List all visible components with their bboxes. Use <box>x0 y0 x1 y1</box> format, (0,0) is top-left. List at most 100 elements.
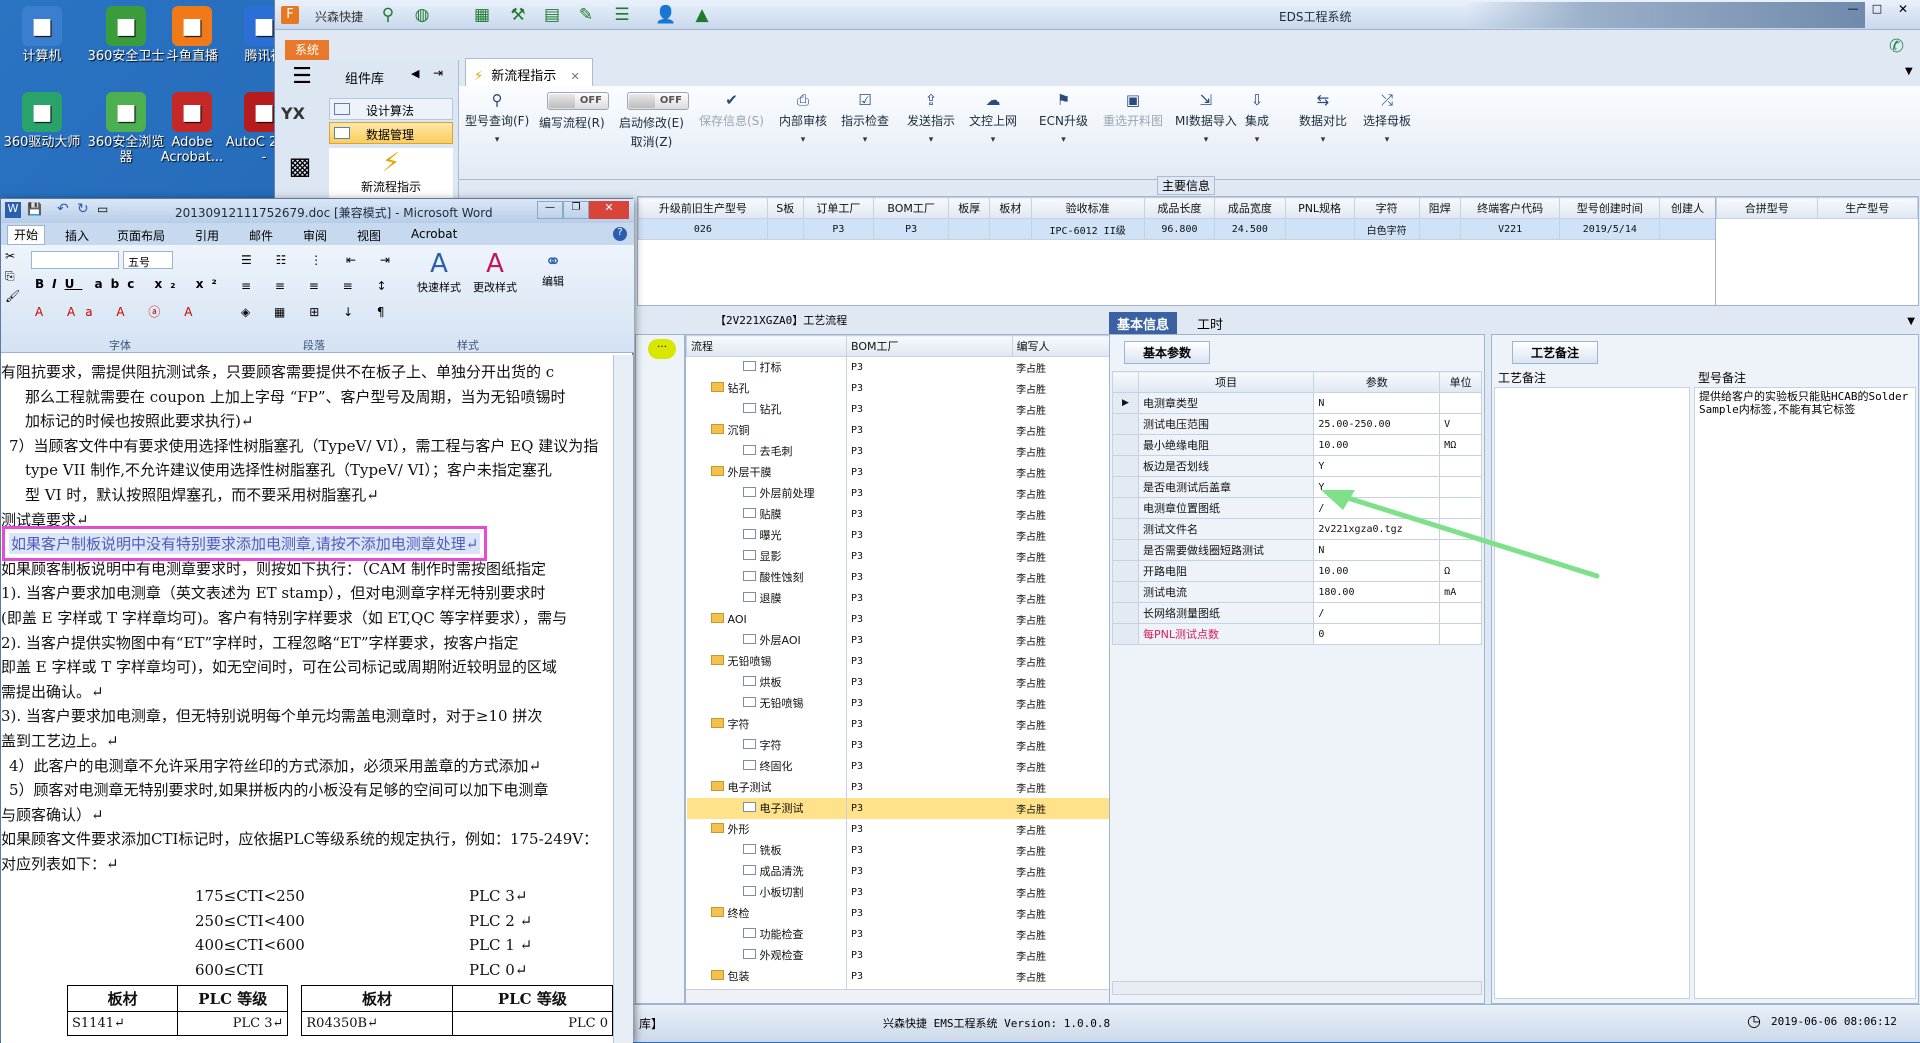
ribbon-button-10[interactable]: ⇲ MI数据导入 ▾ <box>1175 92 1237 145</box>
main-col-header[interactable]: 终端客户代码 <box>1459 197 1561 219</box>
comment-icon[interactable]: … <box>648 339 676 359</box>
nav-prev-icon[interactable]: ◀ <box>411 67 419 80</box>
ribbon-button-1[interactable]: OFF 编写流程(R) <box>539 92 609 131</box>
word-vscroll[interactable] <box>613 355 633 1043</box>
ribbon-button-6[interactable]: ⇪ 发送指示 ▾ <box>907 92 955 145</box>
globe-icon[interactable]: ◍ <box>411 5 433 25</box>
main-col-header[interactable]: 字符 <box>1353 197 1420 219</box>
process-notes-tab[interactable]: 工艺备注 <box>1512 341 1599 364</box>
flow-col-header[interactable]: BOM工厂 <box>846 335 1013 357</box>
grid-icon[interactable]: ▦ <box>471 5 493 25</box>
maximize-button[interactable]: □ <box>1867 2 1887 16</box>
main-col-header[interactable]: 板厚 <box>948 197 991 219</box>
param-value[interactable]: N <box>1313 392 1441 414</box>
param-row[interactable]: 每PNL测试点数 0 <box>1112 623 1482 645</box>
dropdown-arrow-icon[interactable]: ▾ <box>969 135 1017 145</box>
param-row[interactable]: 测试电压范围 25.00-250.00 V <box>1112 413 1482 435</box>
font-name-select[interactable] <box>31 251 119 269</box>
param-value[interactable]: Y <box>1313 455 1441 477</box>
ribbon-button-11[interactable]: ⇩ 集成 ▾ <box>1245 92 1269 145</box>
ribbon-button-5[interactable]: ☑ 指示检查 ▾ <box>841 92 889 145</box>
nav-item-design[interactable]: 设计算法 <box>329 98 453 120</box>
search-icon[interactable]: ⚲ <box>377 5 399 25</box>
chart-icon[interactable]: ▲ <box>691 5 713 25</box>
param-hscroll[interactable] <box>1112 981 1482 995</box>
edit-button[interactable]: ⚭ 编辑 <box>531 249 575 289</box>
main-col-header[interactable]: 订单工厂 <box>802 197 875 219</box>
ribbon-button-12[interactable]: ⇆ 数据对比 ▾ <box>1299 92 1347 145</box>
save-icon[interactable]: 💾 <box>27 202 42 216</box>
main-col-header[interactable]: 型号创建时间 <box>1559 197 1661 219</box>
font-color-icons[interactable]: A Aa A ⓐ A <box>35 303 202 320</box>
phone-icon[interactable]: ✆ <box>1889 36 1904 57</box>
main-col-header[interactable]: 创建人 <box>1659 197 1716 219</box>
desktop-icon-0[interactable]: ■ 计算机 <box>0 6 84 64</box>
undo-icon[interactable]: ↶ <box>57 201 69 217</box>
dropdown-arrow-icon[interactable]: ▾ <box>1175 135 1237 145</box>
param-row[interactable]: 长网络测量图纸 / <box>1112 602 1482 624</box>
tab-basic-info[interactable]: 基本信息 <box>1109 312 1178 335</box>
new-doc-icon[interactable]: ▭ <box>97 202 108 216</box>
ribbon-button-2[interactable]: OFF 启动修改(E) 取消(Z) <box>619 92 689 150</box>
param-col-header[interactable]: 参数 <box>1313 371 1441 393</box>
ribbon-button-4[interactable]: ⎙ 内部审核 ▾ <box>779 92 827 145</box>
menu-icon[interactable]: ☰ <box>285 64 319 94</box>
ribbon-button-3[interactable]: ✔ 保存信息(S) <box>699 92 764 129</box>
quick-style-button[interactable]: A 快速样式 <box>413 249 465 295</box>
word-tab-6[interactable]: 视图 <box>357 227 381 244</box>
cut-icon[interactable]: ✂ <box>5 249 15 263</box>
main-col-header[interactable]: 验收标准 <box>1030 197 1145 219</box>
dropdown-arrow-icon[interactable]: ▾ <box>1363 135 1411 145</box>
nav-pin-icon[interactable]: ⇥ <box>433 66 443 80</box>
main-col-header[interactable]: PNL规格 <box>1284 197 1355 219</box>
param-col-header[interactable]: 项目 <box>1137 371 1315 393</box>
param-row[interactable]: 板边是否划线 Y <box>1112 455 1482 477</box>
copy-icon[interactable]: ⎘ <box>5 269 15 284</box>
paste-brush-icon[interactable]: 🖌 <box>5 289 20 303</box>
shading-icons[interactable]: ◈ ▦ ⊞ ↓ ¶ <box>241 305 395 319</box>
dropdown-arrow-icon[interactable]: ▾ <box>1039 135 1088 145</box>
main-col-header[interactable]: 成品长度 <box>1143 197 1216 219</box>
main-col-header[interactable]: 成品宽度 <box>1214 197 1286 219</box>
font-format-icons[interactable]: BIU abc x₂ x² <box>35 277 225 291</box>
cancel-label[interactable]: 取消(Z) <box>619 133 684 150</box>
close-button[interactable]: ✕ <box>1893 2 1913 16</box>
word-tab-3[interactable]: 引用 <box>195 227 219 244</box>
change-style-button[interactable]: A 更改样式 <box>469 249 521 295</box>
main-col-header[interactable]: S板 <box>766 197 804 219</box>
word-tab-1[interactable]: 插入 <box>65 227 89 244</box>
dropdown-arrow-icon[interactable]: ▾ <box>1299 135 1347 145</box>
model-note-box[interactable]: 提供给客户的实验板只能贴HCAB的Solder Sample内标签,不能有其它标… <box>1694 387 1916 999</box>
word-tab-4[interactable]: 邮件 <box>249 227 273 244</box>
dropdown-arrow-icon[interactable]: ▾ <box>465 135 529 145</box>
user-icon[interactable]: 👤 <box>655 5 677 25</box>
main-col-header[interactable]: 阻焊 <box>1418 197 1461 219</box>
word-maximize-button[interactable]: ❐ <box>563 201 589 219</box>
desktop-icon-4[interactable]: ■ 360驱动大师 <box>0 92 84 150</box>
tab-work-hours[interactable]: 工时 <box>1189 312 1231 335</box>
toggle-switch[interactable]: OFF <box>627 92 689 110</box>
align-icons[interactable]: ≡ ≡ ≡ ≡ ↕ <box>241 279 397 293</box>
help-icon[interactable]: ? <box>613 227 627 241</box>
dropdown-arrow-icon[interactable]: ▾ <box>779 135 827 145</box>
word-minimize-button[interactable]: — <box>537 201 563 219</box>
ribbon-button-7[interactable]: ☁ 文控上网 ▾ <box>969 92 1017 145</box>
param-value[interactable]: 10.00 <box>1313 434 1441 456</box>
new-flow-button[interactable]: ⚡ 新流程指示 <box>329 148 453 200</box>
sys-tab[interactable]: 系统 <box>285 40 329 60</box>
ribbon-button-13[interactable]: ⤮ 选择母板 ▾ <box>1363 92 1411 145</box>
dropdown-arrow-icon[interactable]: ▾ <box>907 135 955 145</box>
word-tab-0[interactable]: 开始 <box>7 225 46 245</box>
doc-tab[interactable]: ⚡ 新流程指示 ✕ <box>465 58 593 86</box>
word-tab-2[interactable]: 页面布局 <box>117 227 165 244</box>
param-value[interactable]: 0 <box>1313 623 1441 645</box>
word-close-button[interactable]: ✕ <box>589 201 629 219</box>
process-notes-box[interactable] <box>1494 387 1690 999</box>
main-data-row[interactable]: 026 P3 P3 IPC-6012 II级 96.800 24.500 白色字符 V221 2… <box>638 218 1716 240</box>
redo-icon[interactable]: ↻ <box>77 201 89 217</box>
list-icon[interactable]: ☰ <box>611 5 633 25</box>
main-col-header[interactable]: 升级前旧生产型号 <box>638 197 768 219</box>
param-row[interactable]: ▶ 电测章类型 N <box>1112 392 1482 414</box>
document-body[interactable]: 有阻抗要求，需提供阻抗测试条，只要顾客需要提供不在板子上、单独分开出货的 c 那么… <box>1 355 613 1043</box>
param-value[interactable]: 25.00-250.00 <box>1313 413 1441 435</box>
